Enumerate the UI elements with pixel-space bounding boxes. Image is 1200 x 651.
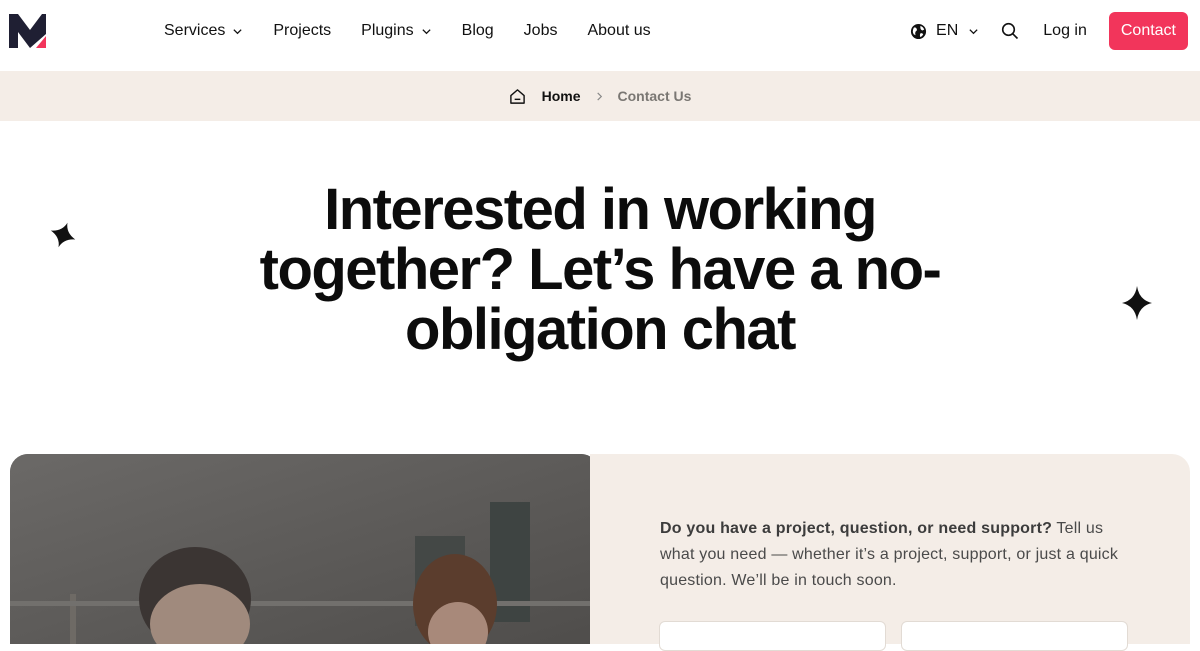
nav-about-label: About us (587, 22, 651, 39)
last-name-field[interactable] (901, 621, 1128, 651)
language-selector[interactable]: EN (910, 22, 979, 40)
chevron-right-icon (596, 91, 602, 101)
breadcrumb: Home Contact Us (509, 88, 692, 105)
search-icon[interactable] (1001, 22, 1019, 40)
nav-plugins[interactable]: Plugins (361, 22, 431, 40)
nav-plugins-label: Plugins (361, 22, 414, 39)
sparkle-icon (1122, 286, 1152, 320)
chevron-down-icon (422, 28, 431, 34)
nav-jobs[interactable]: Jobs (524, 22, 558, 40)
breadcrumb-bar: Home Contact Us (0, 71, 1200, 121)
photo-image (10, 454, 599, 644)
nav-projects[interactable]: Projects (273, 22, 331, 40)
nav-services-label: Services (164, 22, 226, 39)
login-link[interactable]: Log in (1043, 22, 1087, 40)
contact-button[interactable]: Contact (1108, 12, 1188, 50)
chevron-down-icon (233, 28, 242, 34)
nav-blog[interactable]: Blog (462, 22, 494, 40)
globe-icon (910, 23, 927, 39)
team-photo (10, 454, 599, 644)
first-name-field[interactable] (659, 621, 886, 651)
language-label: EN (936, 22, 959, 39)
site-header: Services Projects Plugins Blog Jobs Abou… (0, 0, 1200, 71)
page-title: Interested in working together? Let’s ha… (259, 177, 942, 362)
contact-panel: Do you have a project, question, or need… (590, 454, 1190, 651)
home-icon[interactable] (509, 88, 526, 105)
nav-services[interactable]: Services (164, 22, 243, 40)
nav-about[interactable]: About us (587, 22, 650, 40)
logo-icon[interactable] (9, 14, 53, 48)
contact-intro: Do you have a project, question, or need… (660, 516, 1130, 594)
sparkle-icon (50, 222, 76, 248)
nav-blog-label: Blog (461, 22, 494, 39)
nav-projects-label: Projects (273, 22, 332, 39)
main-nav: Services Projects Plugins Blog Jobs Abou… (164, 0, 681, 62)
header-actions: EN Log in Contact (910, 12, 1188, 50)
chevron-down-icon (969, 28, 978, 34)
nav-jobs-label: Jobs (523, 22, 558, 39)
breadcrumb-current: Contact Us (617, 88, 692, 104)
intro-question: Do you have a project, question, or need… (660, 520, 1053, 537)
breadcrumb-home[interactable]: Home (542, 88, 581, 104)
